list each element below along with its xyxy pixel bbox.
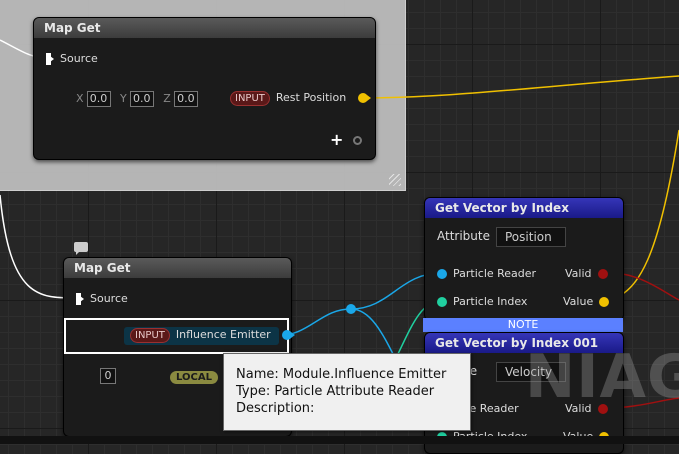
wire-rest-position [357, 75, 679, 99]
particle-index-label: Particle Index [453, 295, 528, 308]
source-exec-row[interactable]: Source [76, 292, 128, 305]
y-field[interactable]: 0.0 [129, 91, 154, 107]
particle-reader-row[interactable]: Particle Reader [437, 267, 536, 280]
influence-emitter-row[interactable]: INPUT Influence Emitter [130, 328, 296, 343]
z-field[interactable]: 0.0 [173, 91, 198, 107]
bottom-strip [0, 436, 679, 444]
valid-pin[interactable] [597, 269, 608, 279]
node-title[interactable]: Get Vector by Index [425, 198, 623, 218]
node-title[interactable]: Map Get [64, 258, 291, 278]
comment-bubble-icon[interactable] [74, 242, 88, 255]
add-pin-button[interactable]: + [330, 130, 362, 149]
particle-reader-label: Particle Reader [453, 267, 537, 280]
tooltip-description: Description: [236, 401, 315, 416]
node-title[interactable]: Map Get [34, 18, 375, 38]
y-label: Y [120, 92, 127, 105]
x-field[interactable]: 0.0 [86, 91, 111, 107]
note-bar[interactable]: NOTE [423, 318, 623, 332]
resize-grip[interactable] [389, 174, 401, 186]
get-vector-by-index-node[interactable]: Get Vector by Index Attribute Position P… [424, 197, 624, 321]
particle-index-row[interactable]: Particle Index [437, 295, 527, 308]
exec-pin-icon[interactable] [46, 53, 54, 65]
pin-arrow-icon [366, 95, 371, 101]
valid-label: Valid [565, 267, 592, 280]
influence-emitter-label: Influence Emitter [175, 328, 271, 341]
niagara-watermark: NIAGA [525, 342, 679, 412]
tooltip-name: Name: Module.Influence Emitter [236, 367, 447, 382]
index-field[interactable]: 0 [100, 368, 116, 384]
value-label: Value [563, 295, 594, 308]
pin-arrow-icon [291, 332, 296, 338]
source-label: Source [60, 52, 98, 65]
rest-position-row[interactable]: INPUT Rest Position [230, 91, 371, 106]
x-label: X [76, 92, 84, 105]
value-pin[interactable] [599, 297, 610, 307]
index-row: 0 [100, 368, 116, 384]
tooltip-type: Type: Particle Attribute Reader [236, 384, 435, 399]
input-badge: INPUT [230, 91, 270, 106]
exec-pin-icon[interactable] [76, 293, 84, 305]
rest-position-label: Rest Position [275, 91, 347, 104]
reroute-node[interactable] [346, 304, 356, 314]
attribute-label: Attribute [437, 229, 490, 243]
source-exec-row[interactable]: Source [46, 52, 98, 65]
attribute-field[interactable]: Position [496, 227, 566, 247]
value-row[interactable]: Value [563, 295, 610, 308]
selected-row-highlight[interactable]: INPUT Influence Emitter [64, 318, 296, 354]
pin-tooltip: Name: Module.Influence Emitter Type: Par… [223, 353, 471, 431]
input-badge: INPUT [130, 328, 170, 343]
vector-inputs: X 0.0 Y 0.0 Z 0.0 [70, 91, 198, 107]
add-icon[interactable]: + [330, 130, 343, 149]
particle-index-pin[interactable] [437, 297, 447, 307]
comment-bubble-tail [76, 252, 79, 255]
source-label: Source [90, 292, 128, 305]
particle-reader-pin[interactable] [437, 269, 447, 279]
local-badge: LOCAL [170, 371, 218, 384]
local-row[interactable]: LOCALIt [170, 370, 230, 384]
z-label: Z [163, 92, 171, 105]
add-pin-icon[interactable] [352, 136, 362, 145]
valid-row[interactable]: Valid [565, 267, 608, 280]
map-get-node-top[interactable]: Map Get Source X 0.0 Y 0.0 Z 0.0 INPUT Rest … [33, 17, 376, 160]
